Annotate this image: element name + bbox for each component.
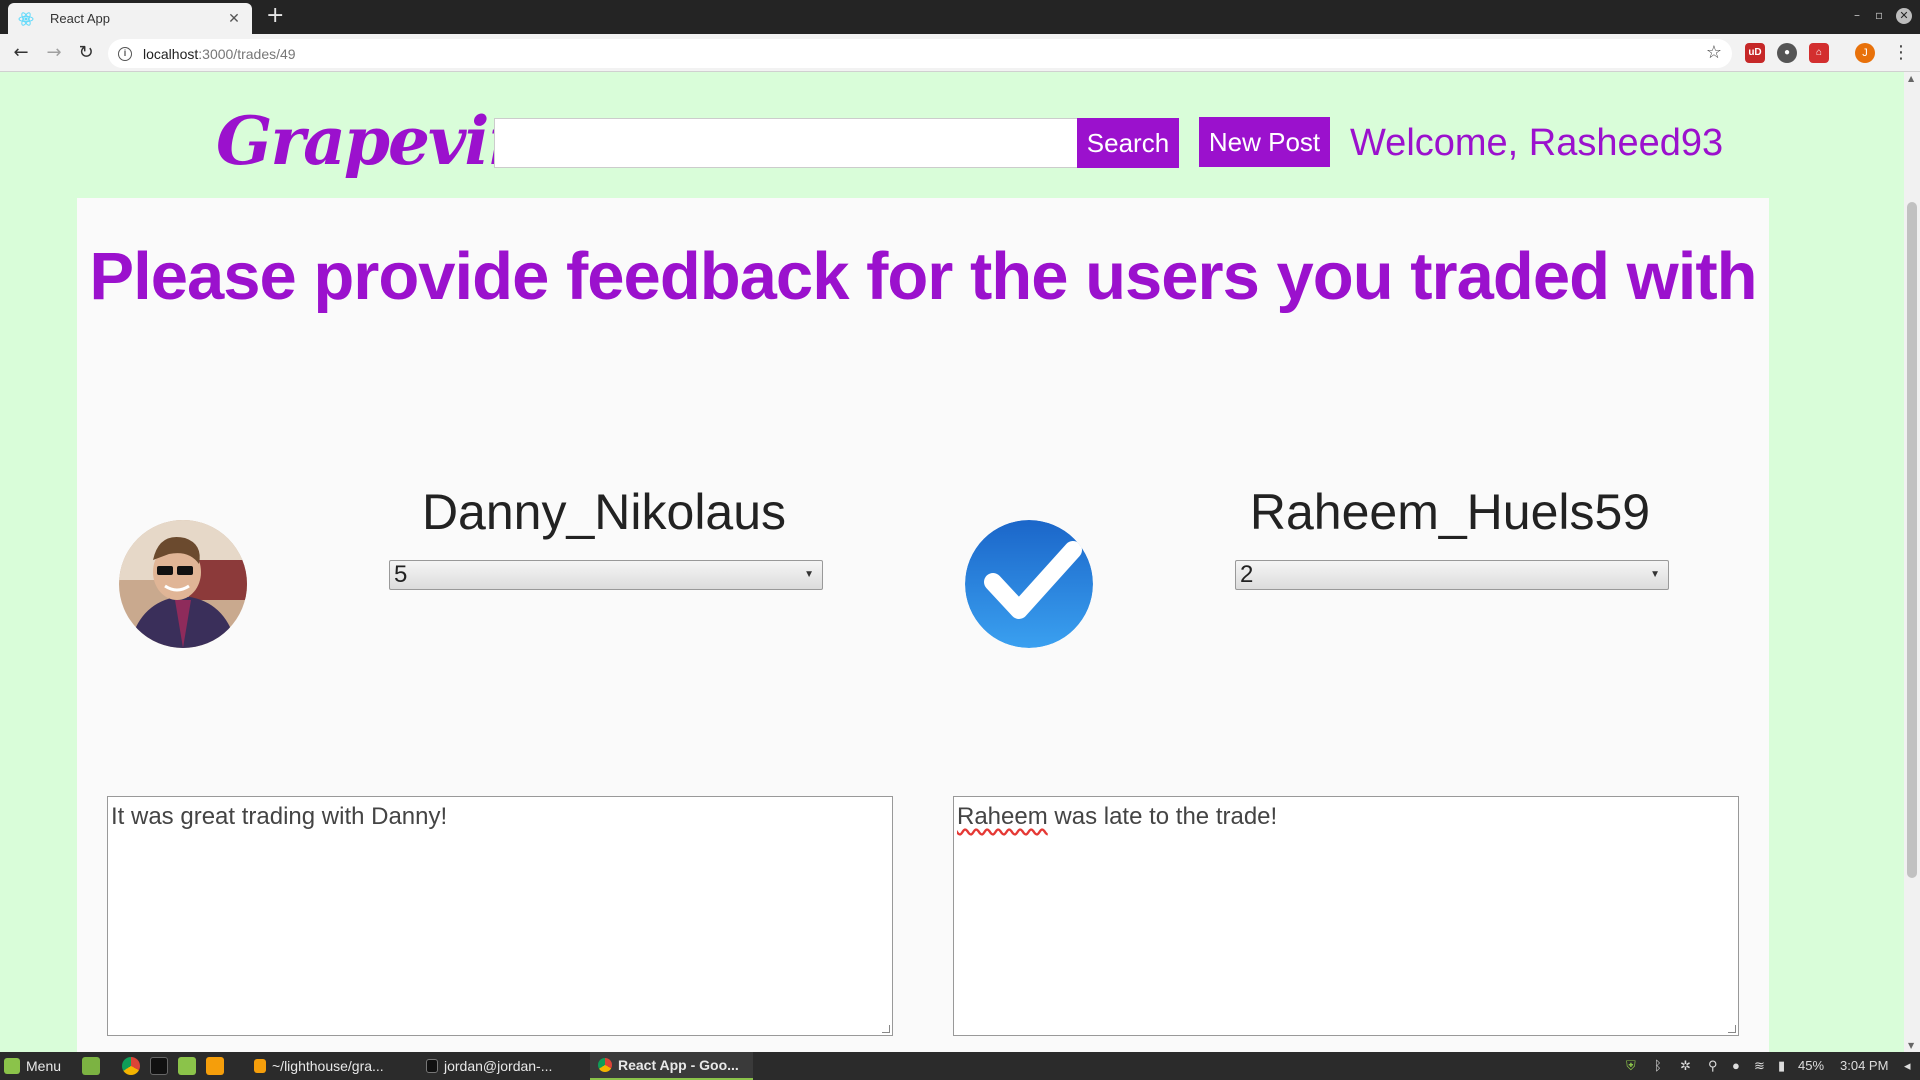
browser-tab-strip: React App ✕ + – ▫ ✕ — [0, 0, 1920, 34]
terminal-icon — [150, 1057, 168, 1075]
scroll-up-icon[interactable]: ▲ — [1908, 74, 1914, 83]
window-close-icon[interactable]: ✕ — [1896, 8, 1912, 24]
search-button[interactable]: Search — [1077, 118, 1179, 168]
chevron-down-icon: ▼ — [1650, 569, 1660, 580]
taskbar-window-chrome[interactable]: React App - Goo... — [590, 1052, 753, 1080]
extension-red-icon[interactable]: ⌂ — [1809, 43, 1829, 63]
comment-text-misspelled: Raheem — [957, 803, 1048, 830]
terminal-launcher[interactable] — [150, 1052, 174, 1080]
rating-select-danny[interactable]: 5 ▼ — [389, 560, 823, 590]
sublime-text-icon — [206, 1057, 224, 1075]
rating-select-raheem[interactable]: 2 ▼ — [1235, 560, 1669, 590]
location-icon[interactable]: ⚲ — [1708, 1058, 1718, 1074]
page-viewport: Grapevine Search New Post Welcome, Rashe… — [0, 72, 1904, 1052]
new-post-button[interactable]: New Post — [1199, 117, 1330, 167]
volume-icon[interactable]: ◂ — [1904, 1058, 1911, 1074]
feedback-card: Please provide feedback for the users yo… — [77, 198, 1769, 1052]
resize-handle-icon[interactable] — [1728, 1025, 1736, 1033]
page-title: Please provide feedback for the users yo… — [89, 239, 1757, 314]
comment-text: was late to the trade! — [1047, 803, 1278, 830]
wifi-icon[interactable]: ≋ — [1754, 1058, 1765, 1074]
taskbar-window-sublime[interactable]: ~/lighthouse/gra... — [254, 1052, 384, 1080]
welcome-message: Welcome, Rasheed93 — [1350, 122, 1724, 164]
new-tab-button[interactable]: + — [266, 5, 284, 27]
site-info-icon[interactable]: i — [118, 46, 132, 61]
chevron-down-icon: ▼ — [804, 569, 814, 580]
username-danny: Danny_Nikolaus — [421, 484, 787, 540]
tab-title: React App — [50, 11, 110, 26]
comment-text: It was great trading with Danny! — [111, 803, 448, 830]
rating-value: 2 — [1240, 561, 1254, 588]
folder-icon — [178, 1057, 196, 1075]
start-menu-button[interactable]: Menu — [4, 1052, 61, 1080]
restore-icon[interactable]: ▫ — [1875, 8, 1883, 22]
browser-tab[interactable]: React App ✕ — [8, 3, 252, 34]
settings-icon[interactable]: ✲ — [1680, 1058, 1691, 1074]
reload-icon[interactable]: ↻ — [75, 43, 97, 65]
browser-toolbar: ← → ↻ i localhost:3000/trades/49 ☆ uD ● … — [0, 34, 1920, 72]
verified-check-avatar — [965, 520, 1093, 648]
comment-textarea-danny[interactable]: It was great trading with Danny! — [107, 796, 893, 1036]
avatar-photo-icon — [119, 520, 247, 648]
files-launcher[interactable] — [178, 1052, 202, 1080]
react-icon — [18, 11, 34, 26]
taskbar-window-terminal[interactable]: jordan@jordan-... — [426, 1052, 552, 1080]
search-input[interactable] — [494, 118, 1078, 168]
browser-menu-icon[interactable]: ⋮ — [1892, 43, 1910, 63]
chrome-icon — [122, 1057, 140, 1075]
clock[interactable]: 3:04 PM — [1840, 1058, 1888, 1073]
ublock-icon[interactable]: uD — [1745, 43, 1765, 63]
checkmark-icon — [965, 520, 1093, 648]
url-text: localhost:3000/trades/49 — [143, 45, 296, 62]
bookmark-star-icon[interactable]: ☆ — [1706, 42, 1722, 63]
rating-value: 5 — [394, 561, 408, 588]
user-icon[interactable]: ● — [1732, 1058, 1740, 1073]
show-desktop-launcher[interactable] — [82, 1052, 106, 1080]
menu-label: Menu — [26, 1058, 62, 1074]
comment-textarea-raheem[interactable]: Raheem was late to the trade! — [953, 796, 1739, 1036]
scrollbar-thumb[interactable] — [1907, 202, 1917, 878]
ghostery-icon[interactable]: ● — [1777, 43, 1797, 63]
shield-icon[interactable]: ⛨ — [1626, 1058, 1636, 1074]
sublime-text-icon — [254, 1059, 266, 1073]
minimize-icon[interactable]: – — [1854, 8, 1860, 22]
mint-logo-icon — [4, 1058, 20, 1074]
page-scrollbar[interactable]: ▲ ▼ — [1904, 72, 1920, 1052]
address-bar[interactable]: i localhost:3000/trades/49 ☆ — [108, 39, 1732, 68]
bluetooth-icon[interactable]: ᛒ — [1654, 1058, 1662, 1073]
resize-handle-icon[interactable] — [882, 1025, 890, 1033]
chrome-icon — [598, 1058, 612, 1072]
back-icon[interactable]: ← — [10, 43, 32, 65]
profile-avatar[interactable]: J — [1855, 43, 1875, 63]
user-avatar-danny — [119, 520, 247, 648]
scroll-down-icon[interactable]: ▼ — [1908, 1041, 1914, 1050]
battery-icon[interactable]: ▮ — [1778, 1058, 1785, 1074]
desktop-icon — [82, 1057, 100, 1075]
os-taskbar: Menu ~/lighthouse/gra... jordan@jordan-.… — [0, 1052, 1920, 1080]
sublime-launcher[interactable] — [206, 1052, 230, 1080]
chrome-launcher[interactable] — [122, 1052, 146, 1080]
username-raheem: Raheem_Huels59 — [1249, 484, 1651, 540]
terminal-icon — [426, 1059, 438, 1073]
tab-close-icon[interactable]: ✕ — [226, 11, 242, 27]
forward-icon[interactable]: → — [43, 43, 65, 65]
battery-percent: 45% — [1798, 1058, 1825, 1073]
